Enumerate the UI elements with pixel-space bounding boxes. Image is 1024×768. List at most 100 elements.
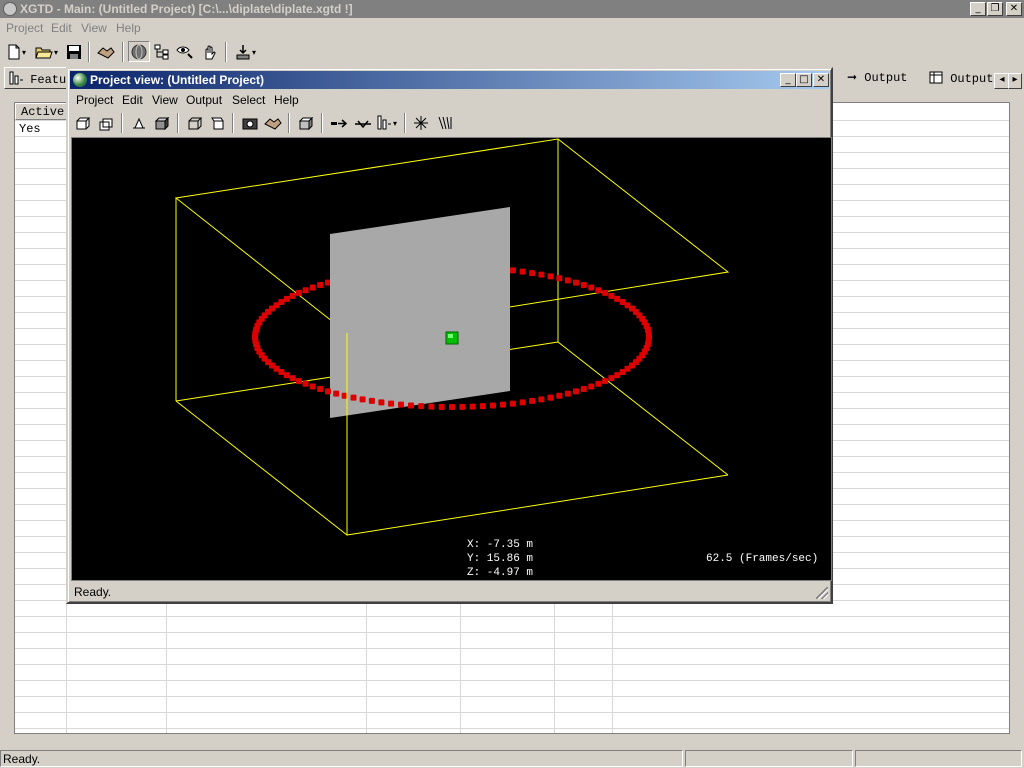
handshake-icon[interactable] <box>95 41 117 62</box>
ring-bead <box>449 404 455 410</box>
transmitter-marker[interactable] <box>445 331 459 345</box>
tab-scroll-right-icon[interactable]: ▸ <box>1008 73 1022 89</box>
ring-bead <box>564 277 571 284</box>
handshake-icon[interactable] <box>262 112 284 133</box>
pv-menu-help[interactable]: Help <box>274 93 299 107</box>
ring-bead <box>408 402 414 409</box>
menu-view[interactable]: View <box>81 21 107 35</box>
toolbar-separator <box>177 113 179 133</box>
ring-bead <box>595 380 602 387</box>
camera-icon[interactable] <box>239 112 261 133</box>
main-status-text: Ready. <box>0 750 683 767</box>
pv-menu-project[interactable]: Project <box>76 93 113 107</box>
sparkle-icon[interactable] <box>410 112 432 133</box>
ring-bead <box>428 403 435 410</box>
hand-pointer-icon[interactable] <box>198 41 220 62</box>
project-view-window[interactable]: Project view: (Untitled Project) _ □ ✕ P… <box>66 67 833 604</box>
ring-bead <box>398 401 404 408</box>
ring-bead <box>302 380 309 387</box>
import-dropdown-icon[interactable]: ▾ <box>252 48 256 57</box>
restore-icon[interactable]: ❐ <box>987 2 1003 16</box>
ring-bead <box>645 337 652 344</box>
menu-edit[interactable]: Edit <box>51 21 72 35</box>
save-icon[interactable] <box>63 41 85 62</box>
ring-bead <box>614 295 621 302</box>
toolbar-separator <box>122 42 124 62</box>
ring-bead <box>608 375 615 382</box>
project-view-status-bar: Ready. <box>70 583 829 601</box>
grid-cell-active[interactable]: Yes <box>19 122 41 136</box>
eye-run-icon[interactable] <box>174 41 196 62</box>
coord-y-readout: Y: 15.86 m <box>467 553 534 565</box>
toolbar-separator <box>321 113 323 133</box>
close-icon[interactable]: ✕ <box>1006 2 1022 16</box>
tree-view-icon[interactable] <box>151 41 173 62</box>
ring-bead <box>573 279 579 286</box>
project-view-title: Project view: (Untitled Project) <box>90 73 265 87</box>
view-back-icon[interactable] <box>96 112 118 133</box>
pv-menu-output[interactable]: Output <box>186 93 222 107</box>
rays-icon[interactable] <box>434 112 456 133</box>
ring-bead <box>509 400 516 407</box>
tab-features[interactable]: Featur <box>4 67 74 89</box>
shaded-cube-icon[interactable] <box>151 112 173 133</box>
ring-bead <box>289 292 296 299</box>
ring-bead <box>538 396 545 403</box>
tab-output-2-label: Output <box>950 72 994 86</box>
solid-box-icon[interactable] <box>295 112 317 133</box>
ring-bead <box>500 401 506 408</box>
transmitter-arrow-icon[interactable] <box>328 112 350 133</box>
ring-bead <box>479 403 486 410</box>
globe-view-icon[interactable] <box>128 41 150 62</box>
coord-z-readout: Z: -4.97 m <box>467 567 534 579</box>
tab-output-2[interactable]: Output <box>925 67 995 89</box>
ring-bead <box>614 372 621 379</box>
ring-bead <box>438 403 445 410</box>
pv-menu-edit[interactable]: Edit <box>122 93 143 107</box>
toolbar-separator <box>288 113 290 133</box>
new-dropdown-icon[interactable]: ▾ <box>22 48 26 57</box>
diplate-plate[interactable] <box>330 207 510 418</box>
ring-bead <box>418 403 425 410</box>
maximize-icon[interactable]: □ <box>796 73 812 87</box>
tab-output-1[interactable]: ➞ Output <box>843 67 923 89</box>
main-title-bar[interactable]: XGTD - Main: (Untitled Project) [C:\...\… <box>0 0 1024 18</box>
features-icon <box>9 71 23 85</box>
menu-help[interactable]: Help <box>116 21 141 35</box>
receiver-icon[interactable] <box>352 112 374 133</box>
minimize-icon[interactable]: _ <box>780 73 796 87</box>
pv-menu-select[interactable]: Select <box>232 93 265 107</box>
ring-bead <box>309 284 316 291</box>
xgtd-app-icon[interactable] <box>3 2 17 16</box>
project-view-toolbar: ▾ <box>70 111 829 135</box>
project-view-title-bar[interactable]: Project view: (Untitled Project) _ □ ✕ <box>70 71 829 89</box>
project-view-status-text: Ready. <box>74 585 112 599</box>
iso-cube-icon[interactable] <box>207 112 229 133</box>
view-front-icon[interactable] <box>72 112 94 133</box>
view-top-icon[interactable] <box>128 112 150 133</box>
ring-bead <box>459 403 466 410</box>
3d-viewport[interactable]: X: -7.35 m Y: 15.86 m Z: -4.97 m 62.5 (F… <box>71 137 832 581</box>
pv-menu-view[interactable]: View <box>152 93 178 107</box>
ring-bead <box>309 383 316 390</box>
toolbar-separator <box>121 113 123 133</box>
scene-svg[interactable] <box>72 138 832 581</box>
open-dropdown-icon[interactable]: ▾ <box>54 48 58 57</box>
open-folder-icon[interactable] <box>33 41 55 62</box>
minimize-icon[interactable]: _ <box>970 2 986 16</box>
ring-bead <box>317 282 324 288</box>
wire-cube-icon[interactable] <box>184 112 206 133</box>
ring-bead <box>547 273 554 280</box>
arrow-right-icon: ➞ <box>847 70 858 84</box>
resize-grip-icon[interactable] <box>816 587 828 599</box>
globe-icon[interactable] <box>73 73 87 87</box>
close-icon[interactable]: ✕ <box>813 73 829 87</box>
toolbar-separator <box>88 42 90 62</box>
study-area-dropdown-icon[interactable]: ▾ <box>393 119 397 128</box>
import-icon[interactable] <box>232 41 254 62</box>
menu-project[interactable]: Project <box>6 21 43 35</box>
main-toolbar: ▾ ▾ ▾ <box>0 39 1024 65</box>
main-menu-bar: Project Edit View Help <box>0 18 1024 38</box>
ring-bead <box>295 289 302 296</box>
column-header-active[interactable]: Active <box>15 103 67 120</box>
